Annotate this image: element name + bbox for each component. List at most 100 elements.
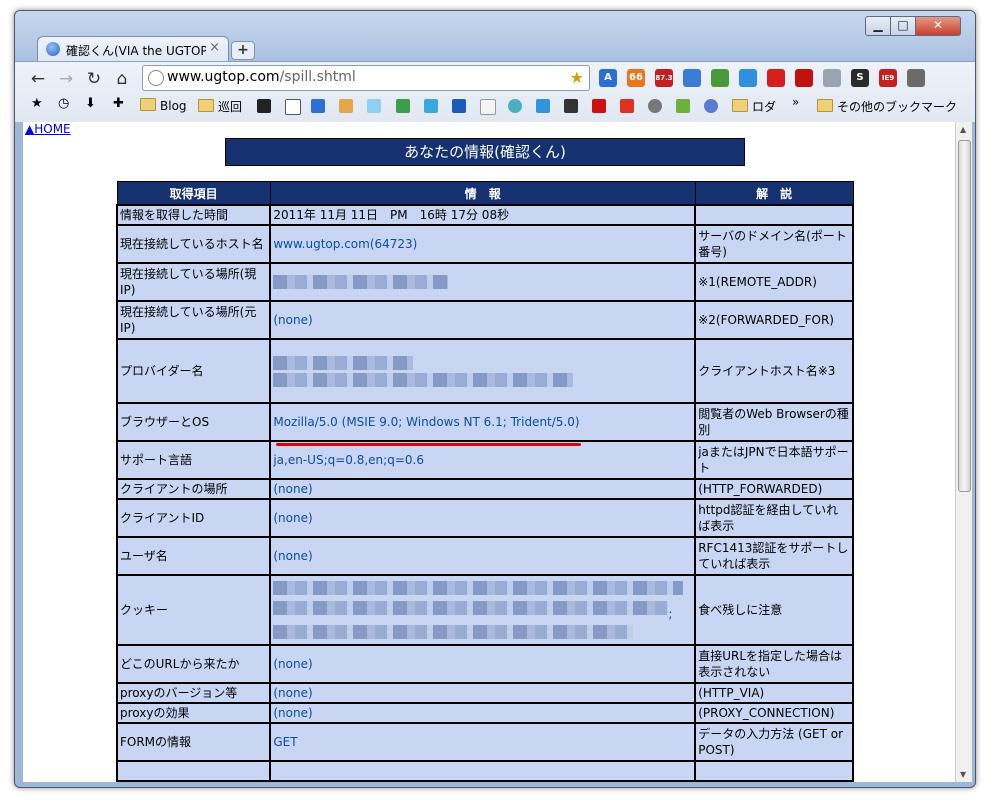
row-item: どこのURLから来たか [115, 644, 272, 684]
header-info: 情 報 [269, 181, 696, 206]
table-row: 現在接続している場所(現IP) ※1(REMOTE_ADDR) [115, 262, 854, 302]
home-link[interactable]: ▲HOME [25, 122, 71, 136]
row-desc [694, 760, 854, 782]
bookmark-swirl-icon[interactable] [704, 99, 718, 113]
table-row: クッキー ; 食べ残しに注意 [115, 574, 854, 646]
share-icon[interactable] [711, 69, 729, 87]
reload-button[interactable]: ↻ [83, 69, 105, 89]
new-tab-button[interactable]: + [231, 41, 255, 60]
bookmark-roda-label: ロダ [752, 100, 777, 114]
bookmark-circle-icon[interactable] [508, 99, 522, 113]
folder-icon [198, 99, 214, 112]
table-row: ユーザ名 (none) RFC1413認証をサポートしていれば表示 [115, 536, 854, 576]
row-item: ブラウザーとOS [115, 402, 272, 442]
table-row: 現在接続している場所(元IP) (none) ※2(FORWARDED_FOR) [115, 300, 854, 340]
other-bookmarks[interactable]: その他のブックマーク [817, 98, 957, 115]
bookmark-google-icon[interactable] [396, 99, 410, 113]
bookmark-face-icon[interactable] [620, 99, 634, 113]
tab-close-icon[interactable]: × [209, 40, 220, 55]
bookmark-blog[interactable]: Blog [140, 98, 187, 113]
bookmark-twitter-icon[interactable] [424, 99, 438, 113]
magnifier-icon[interactable] [823, 69, 841, 87]
scrollbar-thumb[interactable] [958, 140, 971, 492]
row-value-browser: Mozilla/5.0 (MSIE 9.0; Windows NT 6.1; T… [269, 402, 697, 442]
sync-icon[interactable] [739, 69, 757, 87]
bookmark-roda[interactable]: ロダ [732, 98, 776, 115]
wrench-icon[interactable] [907, 69, 925, 87]
bookmark-blue-icon[interactable] [311, 99, 325, 113]
bookmark-junkai-label: 巡回 [218, 100, 243, 114]
maximize-button[interactable]: □ [890, 16, 916, 36]
row-item: クライアントID [115, 498, 272, 538]
bookmark-junkai[interactable]: 巡回 [198, 98, 242, 115]
bookmark-yahoo-icon[interactable] [592, 99, 606, 113]
screenshot-icon[interactable] [683, 69, 701, 87]
page-content: ▲HOME あなたの情報(確認くん) 取得項目 情 報 解 説 情報を取得した時… [23, 122, 955, 782]
home-button[interactable]: ⌂ [111, 69, 133, 89]
ie9-icon[interactable]: IE9 [879, 69, 897, 87]
folder-icon [732, 99, 748, 112]
bookmark-tv-icon[interactable] [257, 99, 271, 113]
bookmark-gray-icon[interactable] [648, 99, 662, 113]
row-value: ; [269, 574, 697, 646]
table-row: クライアントの場所 (none) (HTTP_FORWARDED) [115, 478, 854, 500]
browser-tab[interactable]: 確認くん(VIA the UGTOP × [37, 36, 229, 62]
row-item: FORMの情報 [115, 722, 272, 762]
s-icon[interactable]: S [851, 69, 869, 87]
row-desc: (PROXY_CONNECTION) [694, 702, 854, 724]
vertical-scrollbar[interactable]: ▲ ▼ [955, 122, 972, 782]
row-value: (none) [269, 478, 697, 500]
toolbar: ← → ↻ ⌂ www.ugtop.com/spill.shtml ★ A 66 8… [15, 61, 975, 122]
row-desc: 直接URLを指定した場合は表示されない [694, 644, 854, 684]
row-desc: (HTTP_FORWARDED) [694, 478, 854, 500]
scroll-down-icon[interactable]: ▼ [960, 770, 966, 779]
redacted-cookie [273, 581, 684, 595]
history-icon[interactable]: ◷ [58, 96, 69, 111]
table-row: 現在接続しているホスト名 www.ugtop.com(64723) サーバのドメ… [115, 224, 854, 264]
table-row: どこのURLから来たか (none) 直接URLを指定した場合は表示されない [115, 644, 854, 684]
count-icon[interactable]: 87.3 [655, 69, 673, 87]
browser-window: 確認くん(VIA the UGTOP × + ▁ □ ✕ ← → ↻ ⌂ www… [14, 10, 976, 788]
table-row: proxyの効果 (none) (PROXY_CONNECTION) [115, 702, 854, 724]
bookmarks-bar: ★ ◷ ⬇ ✚ Blog 巡回 ロダ » その他のブックマーク [15, 92, 975, 120]
bookmark-sprout-icon[interactable] [676, 99, 690, 113]
bookmark-cup-icon[interactable] [367, 99, 381, 113]
bookmark-rss-icon[interactable] [339, 99, 353, 113]
scroll-up-icon[interactable]: ▲ [960, 125, 966, 134]
row-item: 現在接続している場所(元IP) [115, 300, 272, 340]
opera-icon[interactable] [767, 69, 785, 87]
translate-icon[interactable]: A [599, 69, 617, 87]
table-row: ブラウザーとOS Mozilla/5.0 (MSIE 9.0; Windows … [115, 402, 854, 442]
row-value: (none) [269, 498, 697, 538]
minimize-button[interactable]: ▁ [865, 16, 891, 36]
row-desc: httpd認証を経由していれば表示 [694, 498, 854, 538]
row-item: 現在接続しているホスト名 [115, 224, 272, 264]
forward-button[interactable]: → [55, 69, 77, 89]
adblock-icon[interactable] [795, 69, 813, 87]
bookmark-calendar-icon[interactable] [285, 99, 301, 115]
extension-puzzle-icon[interactable]: ✚ [113, 96, 124, 111]
bookmark-plus-icon[interactable] [564, 99, 578, 113]
bookmark-overflow-chevron-icon[interactable]: » [792, 95, 799, 109]
bookmark-star-icon[interactable]: ★ [570, 68, 584, 87]
row-item: サポート言語 [115, 440, 272, 480]
row-value: 2011年 11月 11日 PM 16時 17分 08秒 [269, 204, 697, 226]
row-item: クライアントの場所 [115, 478, 272, 500]
row-desc: (HTTP_VIA) [694, 682, 854, 704]
rss-icon[interactable]: 66 [627, 69, 645, 87]
row-value: ja,en-US;q=0.8,en;q=0.6 [269, 440, 697, 480]
star-icon[interactable]: ★ [31, 96, 43, 111]
info-table: 取得項目 情 報 解 説 情報を取得した時間 2011年 11月 11日 PM … [115, 181, 854, 782]
back-button[interactable]: ← [27, 69, 49, 89]
row-item: ユーザ名 [115, 536, 272, 576]
bookmark-2-icon[interactable] [452, 99, 466, 113]
address-bar[interactable]: www.ugtop.com/spill.shtml ★ [142, 65, 590, 91]
row-value: (none) [269, 682, 697, 704]
table-row [115, 760, 854, 782]
close-window-button[interactable]: ✕ [915, 16, 961, 36]
download-icon[interactable]: ⬇ [85, 96, 96, 111]
bookmark-chat-icon[interactable] [536, 99, 550, 113]
bookmark-amazon-icon[interactable] [480, 99, 496, 115]
page-title: あなたの情報(確認くん) [225, 138, 745, 166]
row-value: (none) [269, 536, 697, 576]
